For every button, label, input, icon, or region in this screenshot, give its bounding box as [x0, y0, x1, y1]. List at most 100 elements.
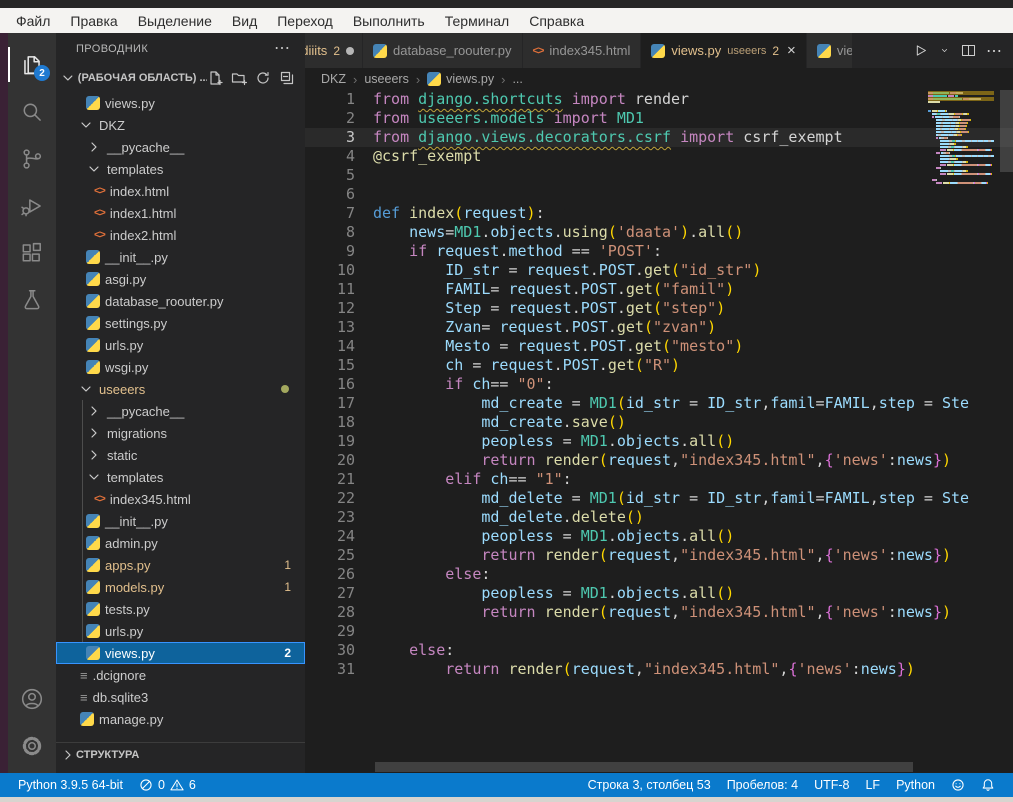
menu-[interactable]: Переход — [267, 13, 343, 29]
tree-item-database-roouter-py[interactable]: database_roouter.py — [56, 290, 305, 312]
tree-item-views-py[interactable]: views.py2 — [56, 642, 305, 664]
source-control-icon[interactable] — [8, 135, 56, 182]
code-line-15[interactable]: 15 ch = request.POST.get("R") — [305, 356, 1013, 375]
code-line-18[interactable]: 18 md_create.save() — [305, 413, 1013, 432]
tab-views-py[interactable]: views.pyuseeers2× — [641, 33, 806, 68]
code-line-27[interactable]: 27 peopless = MD1.objects.all() — [305, 584, 1013, 603]
more-actions-icon[interactable]: ⋯ — [274, 44, 291, 54]
tree-item-db-sqlite3[interactable]: ≡db.sqlite3 — [56, 686, 305, 708]
code-line-5[interactable]: 5 — [305, 166, 1013, 185]
code-line-28[interactable]: 28 return render(request,"index345.html"… — [305, 603, 1013, 622]
feedback-button[interactable] — [943, 778, 973, 792]
menu-[interactable]: Терминал — [435, 13, 519, 29]
tree-item-index1-html[interactable]: <>index1.html — [56, 202, 305, 224]
tree-item-static[interactable]: static — [56, 444, 305, 466]
code-line-16[interactable]: 16 if ch== "0": — [305, 375, 1013, 394]
run-file-button[interactable] — [912, 42, 929, 59]
run-dropdown-icon[interactable] — [938, 42, 951, 59]
tree-item-pycache[interactable]: __pycache__ — [56, 400, 305, 422]
tree-item-migrations[interactable]: migrations — [56, 422, 305, 444]
run-debug-icon[interactable] — [8, 182, 56, 229]
code-line-11[interactable]: 11 FAMIL= request.POST.get("famil") — [305, 280, 1013, 299]
code-line-6[interactable]: 6 — [305, 185, 1013, 204]
tree-item-asgi-py[interactable]: asgi.py — [56, 268, 305, 290]
tree-item-urls-py[interactable]: urls.py — [56, 620, 305, 642]
indentation-status[interactable]: Пробелов: 4 — [719, 778, 806, 792]
tab-index345-html[interactable]: <>index345.html — [523, 33, 642, 68]
breadcrumb[interactable]: DKZ›useeers›views.py›... — [305, 68, 1013, 90]
code-line-20[interactable]: 20 return render(request,"index345.html"… — [305, 451, 1013, 470]
language-mode-status[interactable]: Python — [888, 778, 943, 792]
explorer-icon[interactable]: 2 — [8, 41, 56, 88]
account-icon[interactable] — [8, 675, 56, 722]
tree-item-index-html[interactable]: <>index.html — [56, 180, 305, 202]
code-line-1[interactable]: 1from django.shortcuts import render — [305, 90, 1013, 109]
extensions-icon[interactable] — [8, 229, 56, 276]
python-interpreter-status[interactable]: Python 3.9.5 64-bit — [10, 778, 131, 792]
tree-item-apps-py[interactable]: apps.py1 — [56, 554, 305, 576]
breadcrumb-item-useeers[interactable]: useeers — [364, 72, 408, 86]
code-line-12[interactable]: 12 Step = request.POST.get("step") — [305, 299, 1013, 318]
close-icon[interactable]: × — [787, 42, 796, 59]
minimap[interactable] — [928, 92, 1000, 185]
tree-item-pycache[interactable]: __pycache__ — [56, 136, 305, 158]
code-line-2[interactable]: 2from useeers.models import MD1 — [305, 109, 1013, 128]
code-line-29[interactable]: 29 — [305, 622, 1013, 641]
horizontal-scrollbar[interactable] — [375, 762, 913, 772]
refresh-explorer-icon[interactable] — [255, 70, 271, 86]
tree-item-views-py[interactable]: views.py — [56, 92, 305, 114]
code-line-13[interactable]: 13 Zvan= request.POST.get("zvan") — [305, 318, 1013, 337]
tree-item-templates[interactable]: templates — [56, 158, 305, 180]
tree-item-templates[interactable]: templates — [56, 466, 305, 488]
tree-item-urls-py[interactable]: urls.py — [56, 334, 305, 356]
code-line-9[interactable]: 9 if request.method == 'POST': — [305, 242, 1013, 261]
cursor-position-status[interactable]: Строка 3, столбец 53 — [580, 778, 719, 792]
tree-item-manage-py[interactable]: manage.py — [56, 708, 305, 730]
split-editor-button[interactable] — [960, 42, 977, 59]
code-editor[interactable]: 1from django.shortcuts import render2fro… — [305, 90, 1013, 773]
code-line-8[interactable]: 8 news=MD1.objects.using('daata').all() — [305, 223, 1013, 242]
menu-[interactable]: Файл — [6, 13, 60, 29]
problems-status[interactable]: 0 6 — [131, 778, 204, 792]
code-line-4[interactable]: 4@csrf_exempt — [305, 147, 1013, 166]
breadcrumb-item-[interactable]: ... — [512, 72, 522, 86]
code-line-31[interactable]: 31 return render(request,"index345.html"… — [305, 660, 1013, 679]
tree-item-settings-py[interactable]: settings.py — [56, 312, 305, 334]
new-file-icon[interactable] — [207, 70, 223, 86]
search-icon[interactable] — [8, 88, 56, 135]
menu-[interactable]: Правка — [60, 13, 127, 29]
tree-item-dcignore[interactable]: ≡.dcignore — [56, 664, 305, 686]
tab-diiits[interactable]: diiits2 — [305, 33, 363, 68]
tree-item-useeers[interactable]: useeers — [56, 378, 305, 400]
breadcrumb-item-dkz[interactable]: DKZ — [321, 72, 346, 86]
tab-vie[interactable]: vie — [807, 33, 853, 68]
menu-[interactable]: Выделение — [128, 13, 222, 29]
more-actions-icon[interactable]: ⋯ — [986, 41, 1003, 61]
tree-item-tests-py[interactable]: tests.py — [56, 598, 305, 620]
tree-item-models-py[interactable]: models.py1 — [56, 576, 305, 598]
code-line-30[interactable]: 30 else: — [305, 641, 1013, 660]
outline-section-header[interactable]: СТРУКТУРА — [56, 742, 305, 767]
vertical-scrollbar[interactable] — [1000, 90, 1013, 172]
workspace-section-header[interactable]: (РАБОЧАЯ ОБЛАСТЬ) ... — [56, 65, 305, 90]
collapse-folders-icon[interactable] — [279, 70, 295, 86]
code-line-3[interactable]: 3from django.views.decorators.csrf impor… — [305, 128, 1013, 147]
code-line-14[interactable]: 14 Mesto = request.POST.get("mesto") — [305, 337, 1013, 356]
tree-item-index345-html[interactable]: <>index345.html — [56, 488, 305, 510]
testing-icon[interactable] — [8, 276, 56, 323]
code-line-19[interactable]: 19 peopless = MD1.objects.all() — [305, 432, 1013, 451]
settings-gear-icon[interactable] — [8, 722, 56, 769]
encoding-status[interactable]: UTF-8 — [806, 778, 857, 792]
tree-item-index2-html[interactable]: <>index2.html — [56, 224, 305, 246]
tree-item-wsgi-py[interactable]: wsgi.py — [56, 356, 305, 378]
menu-[interactable]: Выполнить — [343, 13, 435, 29]
notifications-button[interactable] — [973, 778, 1003, 792]
eol-status[interactable]: LF — [857, 778, 888, 792]
code-line-7[interactable]: 7def index(request): — [305, 204, 1013, 223]
tree-item-init-py[interactable]: __init__.py — [56, 246, 305, 268]
menu-[interactable]: Вид — [222, 13, 267, 29]
new-folder-icon[interactable] — [231, 70, 247, 86]
code-line-22[interactable]: 22 md_delete = MD1(id_str = ID_str,famil… — [305, 489, 1013, 508]
breadcrumb-item-views-py[interactable]: views.py — [427, 72, 494, 86]
code-line-23[interactable]: 23 md_delete.delete() — [305, 508, 1013, 527]
